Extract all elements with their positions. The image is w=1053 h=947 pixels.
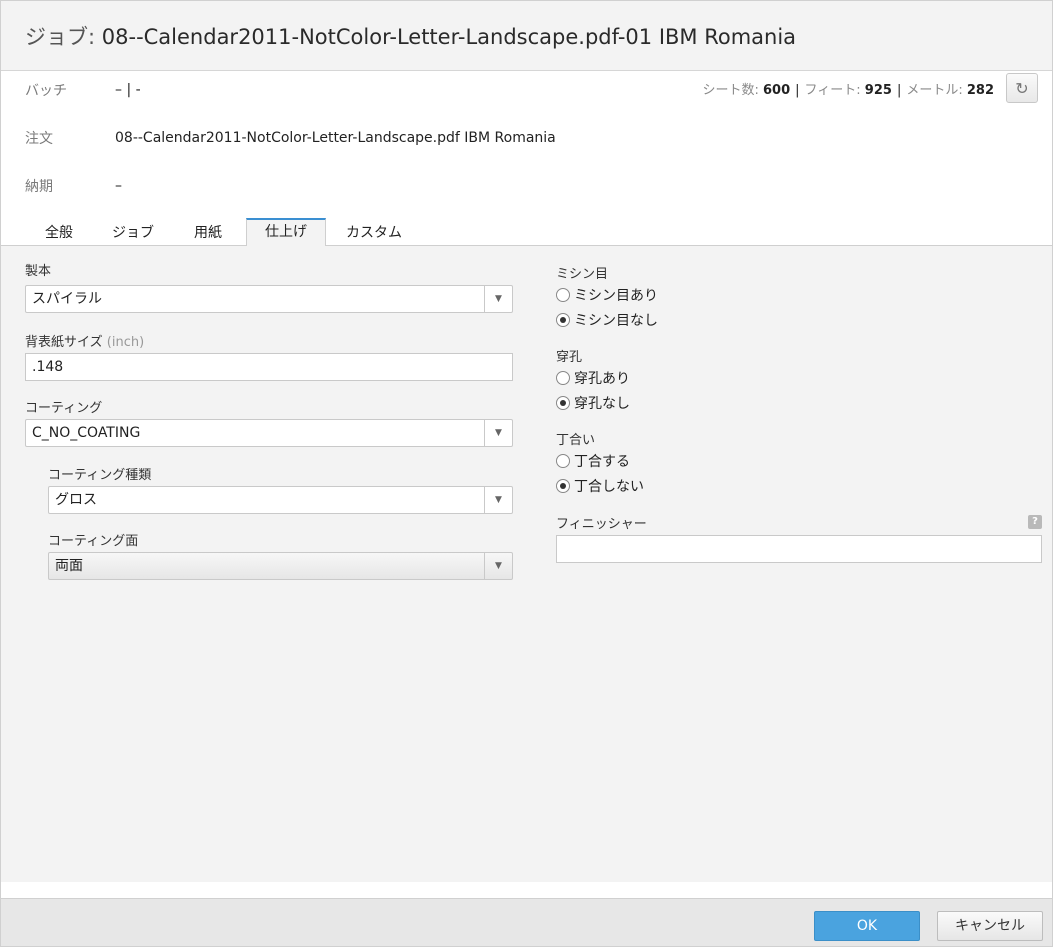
spine-size-input[interactable]: .148 <box>25 353 513 381</box>
coating-side-label: コーティング面 <box>48 534 139 549</box>
stats-separator: | <box>795 83 800 98</box>
dialog-title: ジョブ: 08--Calendar2011-NotColor-Letter-La… <box>25 21 796 51</box>
radio-checked-icon[interactable] <box>556 313 570 327</box>
due-label: 納期 <box>25 179 53 195</box>
due-value: – <box>115 178 122 194</box>
chevron-down-icon: ▼ <box>484 487 512 513</box>
coating-type-label: コーティング種類 <box>48 468 152 483</box>
punch-no-label: 穿孔なし <box>574 396 630 412</box>
refresh-button[interactable]: ↻ <box>1006 73 1038 103</box>
binding-label: 製本 <box>25 264 52 279</box>
feet-label: フィート: <box>804 83 861 98</box>
title-prefix: ジョブ: <box>25 25 96 49</box>
dialog-header: ジョブ: 08--Calendar2011-NotColor-Letter-La… <box>1 1 1052 71</box>
job-name: 08--Calendar2011-NotColor-Letter-Landsca… <box>101 25 797 49</box>
collate-no-option[interactable]: 丁合しない <box>556 476 644 496</box>
sheets-value: 600 <box>763 83 791 98</box>
tab-paper[interactable]: 用紙 <box>194 222 222 242</box>
perforation-yes-option[interactable]: ミシン目あり <box>556 285 658 305</box>
punch-yes-label: 穿孔あり <box>574 371 630 387</box>
radio-icon[interactable] <box>556 371 570 385</box>
meters-label: メートル: <box>906 83 963 98</box>
batch-label: バッチ <box>25 83 67 99</box>
finisher-input[interactable] <box>556 535 1042 563</box>
cancel-button[interactable]: キャンセル <box>937 911 1043 941</box>
spine-size-unit: (inch) <box>106 335 145 350</box>
chevron-down-icon: ▼ <box>484 553 512 579</box>
tab-job[interactable]: ジョブ <box>112 222 154 242</box>
tab-finishing[interactable]: 仕上げ <box>246 218 326 247</box>
collate-yes-label: 丁合する <box>574 454 630 470</box>
binding-select[interactable]: スパイラル ▼ <box>25 285 513 313</box>
tab-bar: 全般 ジョブ 用紙 仕上げ カスタム <box>1 218 1052 247</box>
feet-value: 925 <box>864 83 892 98</box>
job-stats: シート数: 600 | フィート: 925 | メートル: 282 <box>702 79 994 98</box>
coating-type-value: グロス <box>55 492 97 508</box>
meters-value: 282 <box>966 83 994 98</box>
radio-checked-icon[interactable] <box>556 479 570 493</box>
coating-select[interactable]: C_NO_COATING ▼ <box>25 419 513 447</box>
spine-size-label: 背表紙サイズ (inch) <box>25 331 144 350</box>
ok-button[interactable]: OK <box>814 911 920 941</box>
order-row: 注文 08--Calendar2011-NotColor-Letter-Land… <box>25 127 556 149</box>
refresh-icon: ↻ <box>1015 78 1029 98</box>
tab-general[interactable]: 全般 <box>45 222 73 242</box>
chevron-down-icon: ▼ <box>484 420 512 446</box>
radio-icon[interactable] <box>556 288 570 302</box>
punch-label: 穿孔 <box>556 350 583 365</box>
perforation-yes-label: ミシン目あり <box>574 288 658 304</box>
coating-side-value: 両面 <box>55 558 83 574</box>
punch-yes-option[interactable]: 穿孔あり <box>556 368 630 388</box>
coating-value: C_NO_COATING <box>32 425 141 441</box>
batch-row: バッチ – | - <box>25 79 141 101</box>
batch-value: – | - <box>115 82 141 98</box>
punch-no-option[interactable]: 穿孔なし <box>556 393 630 413</box>
collate-no-label: 丁合しない <box>574 479 644 495</box>
due-row: 納期 – <box>25 175 122 197</box>
spine-size-text: 背表紙サイズ <box>25 335 103 350</box>
collate-label: 丁合い <box>556 433 596 448</box>
coating-type-select[interactable]: グロス ▼ <box>48 486 513 514</box>
perforation-no-option[interactable]: ミシン目なし <box>556 310 658 330</box>
radio-checked-icon[interactable] <box>556 396 570 410</box>
collate-yes-option[interactable]: 丁合する <box>556 451 630 471</box>
dialog-footer: OK キャンセル <box>1 898 1052 946</box>
tab-custom[interactable]: カスタム <box>346 222 402 242</box>
help-icon[interactable]: ? <box>1028 515 1042 529</box>
coating-side-select[interactable]: 両面 ▼ <box>48 552 513 580</box>
binding-value: スパイラル <box>32 291 102 307</box>
sheets-label: シート数: <box>702 83 759 98</box>
stats-separator: | <box>896 83 902 98</box>
radio-icon[interactable] <box>556 454 570 468</box>
order-label: 注文 <box>25 131 53 147</box>
order-value: 08--Calendar2011-NotColor-Letter-Landsca… <box>115 130 556 146</box>
chevron-down-icon: ▼ <box>484 286 512 312</box>
coating-label: コーティング <box>25 401 103 416</box>
job-properties-dialog: ジョブ: 08--Calendar2011-NotColor-Letter-La… <box>0 0 1053 947</box>
perforation-label: ミシン目 <box>556 267 609 282</box>
finisher-label: フィニッシャー <box>556 517 647 532</box>
perforation-no-label: ミシン目なし <box>574 313 658 329</box>
